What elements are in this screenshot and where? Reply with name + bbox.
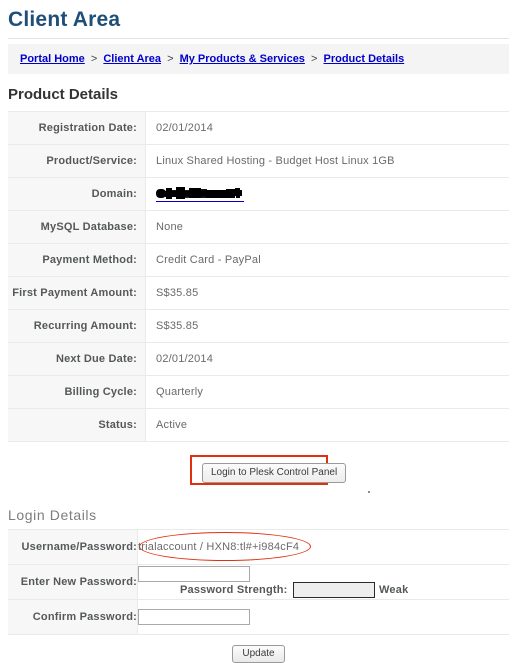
table-row: First Payment Amount: S$35.85: [8, 276, 509, 310]
breadcrumb-item-client-area[interactable]: Client Area: [103, 53, 161, 65]
password-strength-value: Weak: [379, 583, 409, 596]
row-value: Quarterly: [156, 386, 204, 398]
table-row: Registration Date: 02/01/2014: [8, 111, 509, 145]
row-label: Domain:: [8, 177, 146, 211]
row-label: MySQL Database:: [8, 210, 146, 244]
row-label: Status:: [8, 408, 146, 442]
password-strength-meter: [292, 582, 375, 598]
table-row: Status: Active: [8, 408, 509, 442]
update-button-area: Update: [0, 635, 517, 663]
breadcrumb-separator: >: [311, 53, 318, 65]
table-row: Product/Service: Linux Shared Hosting - …: [8, 144, 509, 178]
row-value: Credit Card - PayPal: [156, 254, 261, 266]
product-details-table: Registration Date: 02/01/2014 Product/Se…: [8, 111, 509, 442]
row-value: S$35.85: [156, 320, 199, 332]
password-strength-group: Password Strength: Weak: [180, 582, 408, 598]
login-details-table: Username/Password: trialaccount / HXN8:t…: [8, 529, 509, 635]
breadcrumb-item-product-details[interactable]: Product Details: [324, 53, 405, 65]
breadcrumb-separator: >: [167, 53, 174, 65]
row-value: 02/01/2014: [156, 122, 214, 134]
breadcrumb-separator: >: [90, 53, 98, 65]
redaction-scribble-icon: [156, 186, 243, 199]
row-value: Linux Shared Hosting - Budget Host Linux…: [156, 155, 395, 167]
table-row: Billing Cycle: Quarterly: [8, 375, 509, 409]
row-label: Billing Cycle:: [8, 375, 146, 409]
title-divider: [8, 38, 509, 39]
new-password-label: Enter New Password:: [8, 564, 138, 600]
row-label: Recurring Amount:: [8, 309, 146, 343]
breadcrumb-item-portal-home[interactable]: Portal Home: [20, 53, 85, 65]
row-label: Product/Service:: [8, 144, 146, 178]
row-value-domain-redacted[interactable]: [146, 178, 510, 211]
confirm-password-label: Confirm Password:: [8, 599, 138, 635]
confirm-password-cell: [138, 600, 510, 635]
credentials-value-cell: trialaccount / HXN8:tl#+i984cF4: [138, 530, 510, 565]
domain-redaction: [156, 186, 244, 202]
row-label: Registration Date:: [8, 111, 146, 145]
row-label: Next Due Date:: [8, 342, 146, 376]
row-label: First Payment Amount:: [8, 276, 146, 310]
row-value: 02/01/2014: [156, 353, 214, 365]
table-row: Username/Password: trialaccount / HXN8:t…: [8, 529, 510, 565]
update-button[interactable]: Update: [232, 645, 285, 663]
table-row: Recurring Amount: S$35.85: [8, 309, 509, 343]
table-row: Domain:: [8, 177, 510, 211]
product-details-heading: Product Details: [8, 86, 119, 103]
login-details-heading: Login Details: [8, 507, 97, 523]
page-title: Client Area: [8, 8, 121, 31]
table-row: Next Due Date: 02/01/2014: [8, 342, 509, 376]
domain-link-underline: [156, 200, 244, 202]
credentials-value: trialaccount / HXN8:tl#+i984cF4: [138, 541, 300, 553]
breadcrumb-item-my-products-services[interactable]: My Products & Services: [180, 53, 305, 65]
new-password-cell: Password Strength: Weak: [138, 565, 510, 600]
row-value: Active: [156, 419, 188, 431]
plesk-button-area: Login to Plesk Control Panel: [0, 450, 517, 496]
login-to-plesk-button[interactable]: Login to Plesk Control Panel: [202, 463, 347, 483]
row-value: S$35.85: [156, 287, 199, 299]
annotation-dot: [368, 491, 370, 493]
password-strength-label: Password Strength:: [180, 583, 288, 596]
breadcrumb: Portal Home > Client Area > My Products …: [8, 44, 509, 74]
row-label: Payment Method:: [8, 243, 146, 277]
credentials-label: Username/Password:: [8, 529, 138, 565]
table-row: Confirm Password:: [8, 599, 510, 635]
new-password-input[interactable]: [138, 566, 250, 582]
table-row: MySQL Database: None: [8, 210, 509, 244]
row-value: None: [156, 221, 184, 233]
confirm-password-input[interactable]: [138, 609, 250, 625]
table-row: Enter New Password: Password Strength: W…: [8, 564, 510, 600]
table-row: Payment Method: Credit Card - PayPal: [8, 243, 509, 277]
